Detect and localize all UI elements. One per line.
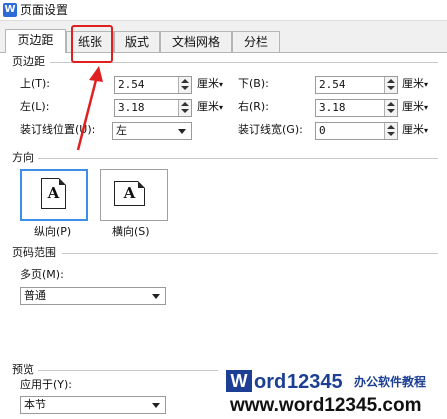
- portrait-option[interactable]: A: [20, 169, 88, 221]
- app-icon: W: [3, 3, 17, 17]
- left-margin-value: 3.18: [118, 101, 145, 114]
- tab-columns[interactable]: 分栏: [232, 31, 280, 52]
- gutter-position-value: 左: [116, 124, 127, 137]
- bottom-margin-value: 2.54: [319, 78, 346, 91]
- svg-text:ord: ord: [254, 371, 286, 393]
- landscape-option[interactable]: A: [100, 169, 168, 221]
- top-margin-input[interactable]: 2.54: [114, 76, 192, 94]
- multiple-pages-value: 普通: [24, 289, 46, 302]
- chevron-down-icon: ▾: [424, 103, 429, 112]
- apply-to-label: 应用于(Y):: [20, 378, 73, 391]
- bottom-margin-unit[interactable]: 厘米▾: [402, 77, 428, 92]
- portrait-page-icon: A: [41, 178, 66, 209]
- bottom-margin-label: 下(B):: [238, 77, 269, 90]
- svg-text:12345: 12345: [287, 371, 343, 393]
- gutter-width-input[interactable]: 0: [315, 122, 398, 140]
- section-heading-margins: 页边距: [12, 55, 49, 69]
- left-margin-stepper[interactable]: [178, 100, 191, 116]
- multiple-pages-label: 多页(M):: [20, 268, 64, 281]
- apply-to-value: 本节: [24, 398, 46, 411]
- dropdown-arrow-icon: [178, 129, 186, 134]
- left-margin-label: 左(L):: [20, 100, 50, 113]
- right-margin-unit[interactable]: 厘米▾: [402, 100, 428, 115]
- left-margin-input[interactable]: 3.18: [114, 99, 192, 117]
- gutter-width-value: 0: [319, 124, 326, 137]
- landscape-page-icon: A: [114, 181, 145, 206]
- section-rule: [62, 253, 438, 254]
- landscape-label: 横向(S): [112, 225, 150, 238]
- chevron-down-icon: ▾: [219, 103, 224, 112]
- tab-margins[interactable]: 页边距: [5, 29, 66, 53]
- apply-to-select[interactable]: 本节: [20, 396, 166, 414]
- top-margin-value: 2.54: [118, 78, 145, 91]
- dropdown-arrow-icon: [152, 294, 160, 299]
- tab-document-grid[interactable]: 文档网格: [160, 31, 232, 52]
- annotation-highlight-box: [71, 25, 113, 63]
- watermark-logo: W ord 12345 办公软件教程 www.word12345.com: [220, 366, 444, 416]
- annotation-arrow-icon: [76, 66, 103, 151]
- multiple-pages-select[interactable]: 普通: [20, 287, 166, 305]
- gutter-width-label: 装订线宽(G):: [238, 123, 303, 136]
- top-margin-stepper[interactable]: [178, 77, 191, 93]
- svg-text:办公软件教程: 办公软件教程: [354, 374, 426, 389]
- section-rule: [38, 158, 438, 159]
- window-title: 页面设置: [20, 3, 69, 17]
- top-margin-label: 上(T):: [20, 77, 51, 90]
- section-rule: [38, 370, 218, 371]
- svg-text:W: W: [231, 371, 248, 391]
- chevron-down-icon: ▾: [424, 80, 429, 89]
- right-margin-label: 右(R):: [238, 100, 269, 113]
- gutter-width-unit[interactable]: 厘米▾: [402, 123, 428, 138]
- portrait-label: 纵向(P): [34, 225, 72, 238]
- tab-layout[interactable]: 版式: [114, 31, 160, 52]
- chevron-down-icon: ▾: [424, 126, 429, 135]
- top-margin-unit[interactable]: 厘米▾: [197, 77, 223, 92]
- section-heading-preview: 预览: [12, 363, 38, 377]
- section-heading-orientation: 方向: [12, 151, 38, 165]
- section-heading-pages: 页码范围: [12, 246, 60, 260]
- right-margin-input[interactable]: 3.18: [315, 99, 398, 117]
- gutter-position-select[interactable]: 左: [112, 122, 192, 140]
- right-margin-value: 3.18: [319, 101, 346, 114]
- gutter-width-stepper[interactable]: [384, 123, 397, 139]
- bottom-margin-stepper[interactable]: [384, 77, 397, 93]
- left-margin-unit[interactable]: 厘米▾: [197, 100, 223, 115]
- svg-text:www.word12345.com: www.word12345.com: [229, 395, 421, 416]
- bottom-margin-input[interactable]: 2.54: [315, 76, 398, 94]
- dropdown-arrow-icon: [152, 403, 160, 408]
- chevron-down-icon: ▾: [219, 80, 224, 89]
- right-margin-stepper[interactable]: [384, 100, 397, 116]
